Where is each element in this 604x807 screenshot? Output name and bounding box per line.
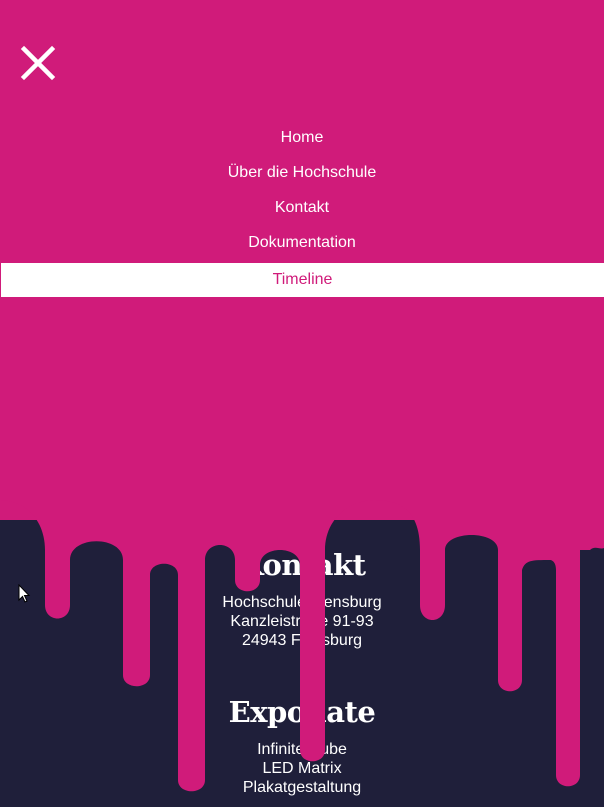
contact-heading: Kontakt [238, 548, 366, 582]
exhibit-item[interactable]: LED Matrix [0, 759, 604, 778]
contact-line: Hochschule Flensburg [222, 594, 382, 611]
contact-line: Kanzleistraße 91-93 [230, 613, 374, 630]
nav-item-dokumentation[interactable]: Dokumentation [0, 225, 604, 260]
nav-item-timeline[interactable]: Timeline [1, 263, 604, 297]
exhibits-section: Exponate Infinite Cube LED Matrix Plakat… [0, 695, 604, 797]
mouse-cursor-icon [18, 584, 31, 603]
main-navigation: Home Über die Hochschule Kontakt Dokumen… [0, 120, 604, 297]
exhibit-item[interactable]: Infinite Cube [0, 740, 604, 759]
nav-item-kontakt[interactable]: Kontakt [0, 190, 604, 225]
contact-section: Kontakt Hochschule Flensburg Kanzleistra… [0, 548, 604, 650]
contact-line: 24943 Flensburg [241, 632, 363, 649]
footer: Kontakt Hochschule Flensburg Kanzleistra… [0, 530, 604, 797]
close-icon[interactable] [20, 45, 56, 81]
nav-item-home[interactable]: Home [0, 120, 604, 155]
exhibits-heading: Exponate [228, 695, 376, 729]
exhibit-item[interactable]: Plakatgestaltung [0, 778, 604, 797]
nav-item-ueber-die-hochschule[interactable]: Über die Hochschule [0, 155, 604, 190]
